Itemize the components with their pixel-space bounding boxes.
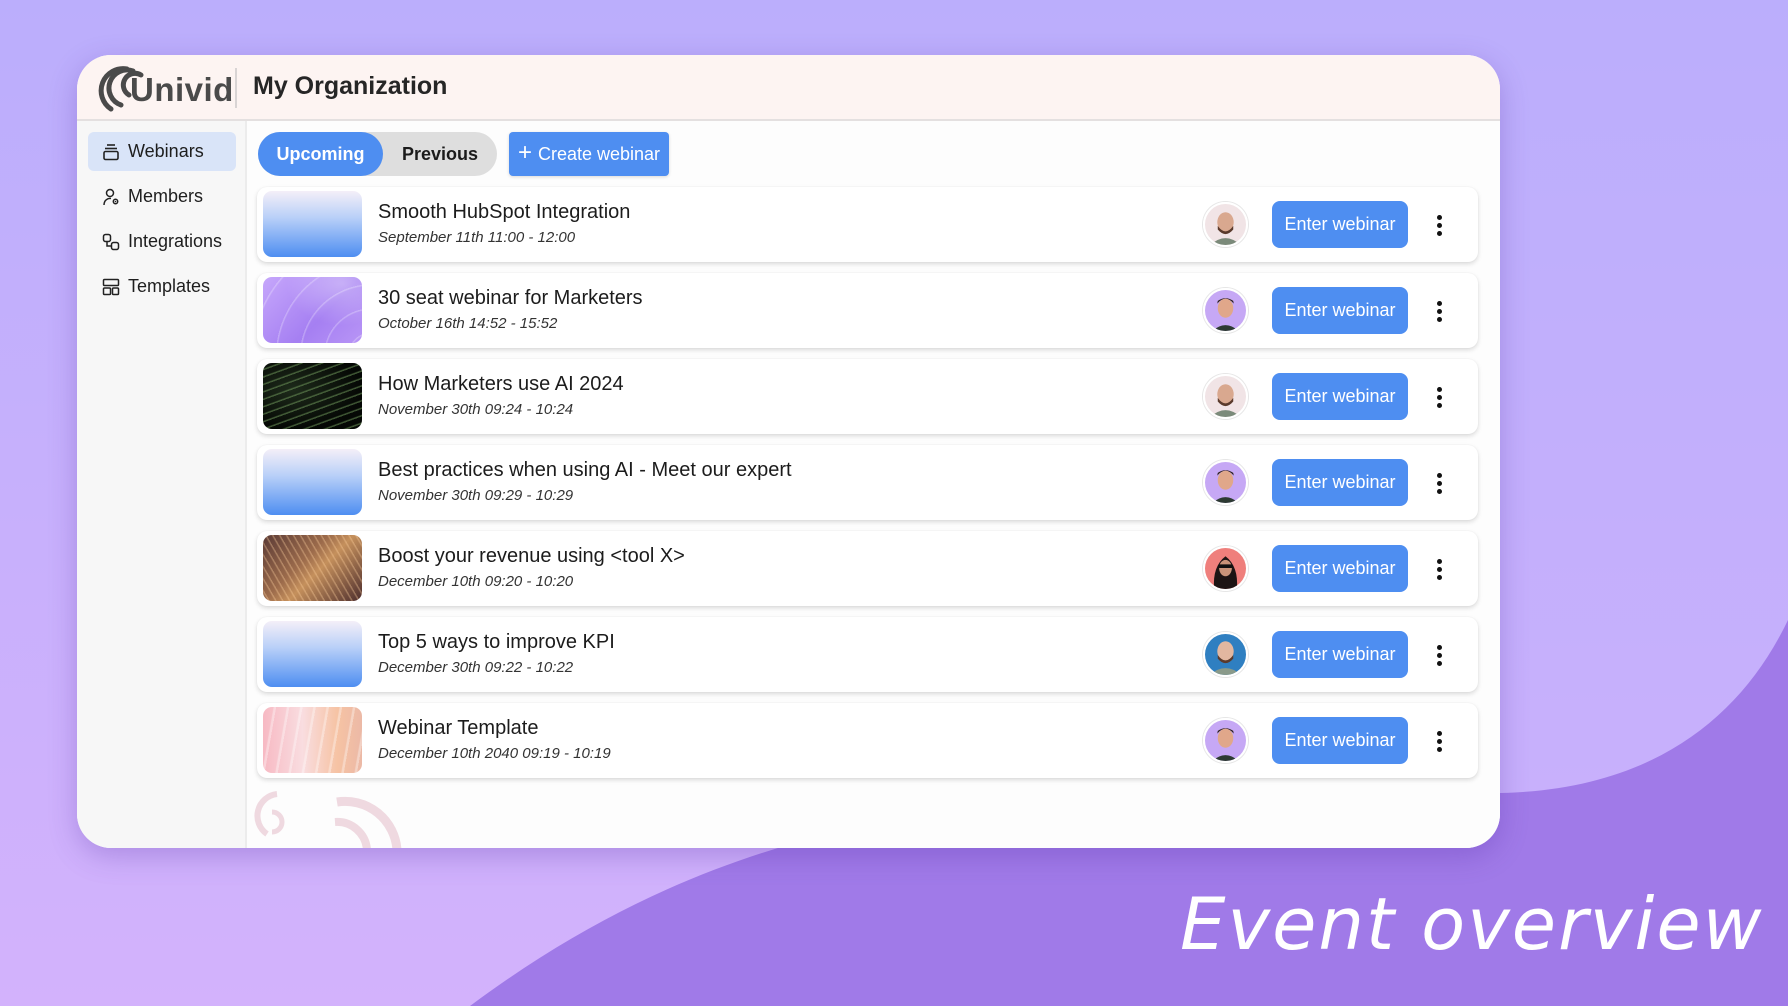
- event-overview-caption: Event overview: [1180, 882, 1764, 966]
- webinar-date: November 30th 09:24 - 10:24: [378, 401, 574, 418]
- webinar-date: December 10th 09:20 - 10:20: [378, 573, 574, 590]
- host-avatar: [1203, 718, 1248, 763]
- webinar-row[interactable]: Boost your revenue using <tool X> Decemb…: [257, 531, 1478, 606]
- host-avatar: [1203, 374, 1248, 419]
- webinar-date: September 11th 11:00 - 12:00: [378, 229, 576, 246]
- webinar-thumbnail: [263, 277, 362, 343]
- webinar-date: October 16th 14:52 - 15:52: [378, 315, 558, 332]
- header-divider: [235, 68, 237, 108]
- webinar-title: Top 5 ways to improve KPI: [378, 631, 615, 653]
- webinar-thumbnail: [263, 621, 362, 687]
- app-header: Univid My Organization: [77, 55, 1500, 121]
- webinar-row[interactable]: Webinar Template December 10th 2040 09:1…: [257, 703, 1478, 778]
- decorative-arcs-icon: [254, 791, 402, 848]
- webinar-thumbnail: [263, 535, 362, 601]
- tab-previous[interactable]: Previous: [383, 132, 497, 176]
- webinar-row[interactable]: 30 seat webinar for Marketers October 16…: [257, 273, 1478, 348]
- sidebar-item-templates[interactable]: Templates: [88, 267, 236, 306]
- enter-webinar-button[interactable]: Enter webinar: [1272, 717, 1408, 764]
- plus-icon: +: [517, 139, 532, 166]
- enter-webinar-button[interactable]: Enter webinar: [1272, 545, 1408, 592]
- create-webinar-label: Create webinar: [537, 143, 661, 164]
- host-avatar: [1203, 202, 1248, 247]
- more-options-icon[interactable]: [1427, 638, 1451, 672]
- integrations-icon: [102, 233, 120, 250]
- host-avatar: [1203, 546, 1248, 591]
- sidebar-item-label: Members: [128, 186, 204, 206]
- tab-upcoming[interactable]: Upcoming: [258, 132, 383, 176]
- enter-webinar-button[interactable]: Enter webinar: [1272, 201, 1408, 248]
- webinar-row[interactable]: Best practices when using AI - Meet our …: [257, 445, 1478, 520]
- webinar-title: Best practices when using AI - Meet our …: [378, 459, 792, 481]
- enter-webinar-button[interactable]: Enter webinar: [1272, 631, 1408, 678]
- webinar-title: How Marketers use AI 2024: [378, 373, 624, 395]
- main-content: Upcoming Previous + Create webinar Smoot…: [247, 121, 1500, 848]
- templates-icon: [102, 278, 120, 295]
- more-options-icon[interactable]: [1427, 466, 1451, 500]
- webinar-date: December 10th 2040 09:19 - 10:19: [378, 745, 611, 762]
- webinar-thumbnail: [263, 363, 362, 429]
- host-avatar: [1203, 460, 1248, 505]
- webinar-tabs: Upcoming Previous: [258, 132, 497, 176]
- sidebar-item-webinars[interactable]: Webinars: [88, 132, 236, 171]
- logo-text: Univid: [130, 71, 234, 108]
- more-options-icon[interactable]: [1427, 724, 1451, 758]
- host-avatar: [1203, 288, 1248, 333]
- organization-title[interactable]: My Organization: [253, 72, 447, 101]
- more-options-icon[interactable]: [1427, 552, 1451, 586]
- webinar-thumbnail: [263, 707, 362, 773]
- more-options-icon[interactable]: [1427, 208, 1451, 242]
- members-icon: [103, 188, 119, 205]
- app-window: Univid My Organization Webinars Members: [77, 55, 1500, 848]
- webinar-title: Webinar Template: [378, 717, 539, 739]
- more-options-icon[interactable]: [1427, 294, 1451, 328]
- webinar-date: December 30th 09:22 - 10:22: [378, 659, 574, 676]
- host-avatar: [1203, 632, 1248, 677]
- webinar-title: Smooth HubSpot Integration: [378, 201, 631, 223]
- sidebar: Webinars Members Integrations Templates: [77, 121, 247, 848]
- sidebar-item-members[interactable]: Members: [88, 177, 236, 216]
- sidebar-item-label: Integrations: [128, 231, 223, 251]
- create-webinar-button[interactable]: + Create webinar: [509, 132, 669, 176]
- enter-webinar-button[interactable]: Enter webinar: [1272, 373, 1408, 420]
- webinar-date: November 30th 09:29 - 10:29: [378, 487, 574, 504]
- webinar-title: Boost your revenue using <tool X>: [378, 545, 685, 567]
- enter-webinar-button[interactable]: Enter webinar: [1272, 287, 1408, 334]
- webinar-thumbnail: [263, 191, 362, 257]
- webinar-row[interactable]: Smooth HubSpot Integration September 11t…: [257, 187, 1478, 262]
- webinar-row[interactable]: Top 5 ways to improve KPI December 30th …: [257, 617, 1478, 692]
- more-options-icon[interactable]: [1427, 380, 1451, 414]
- webinars-icon: [103, 143, 119, 160]
- webinar-row[interactable]: How Marketers use AI 2024 November 30th …: [257, 359, 1478, 434]
- enter-webinar-button[interactable]: Enter webinar: [1272, 459, 1408, 506]
- sidebar-item-integrations[interactable]: Integrations: [88, 222, 236, 261]
- sidebar-item-label: Webinars: [128, 141, 204, 161]
- webinar-thumbnail: [263, 449, 362, 515]
- sidebar-item-label: Templates: [128, 276, 211, 296]
- webinar-title: 30 seat webinar for Marketers: [378, 287, 643, 309]
